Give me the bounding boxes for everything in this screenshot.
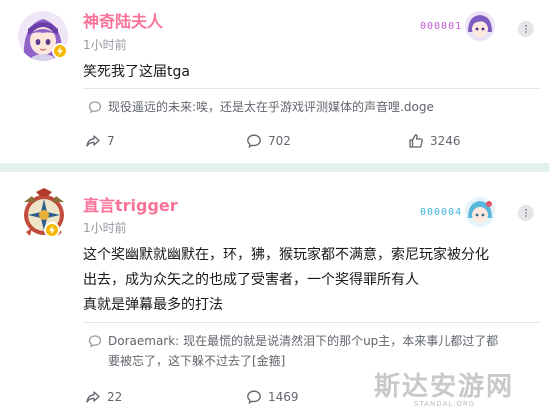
timestamp: 1小时前	[83, 221, 127, 235]
more-options-icon[interactable]	[518, 21, 534, 37]
fan-badge[interactable]: 000001	[420, 10, 496, 42]
reply-text: 现在最慌的就是说清然泪下的那个up主，本来事儿都过了都	[183, 334, 499, 348]
share-count: 7	[107, 134, 115, 148]
comment-text: 这个奖幽默就幽默在，环，狒，猴玩家都不满意，索尼玩家被分化 出去，成为众矢之的也…	[83, 243, 489, 318]
comment-text-line: 这个奖幽默就幽默在，环，狒，猴玩家都不满意，索尼玩家被分化	[83, 247, 489, 263]
like-button[interactable]: 3246	[408, 133, 461, 149]
share-arrow-icon	[86, 391, 100, 403]
share-count: 22	[107, 390, 123, 404]
timestamp: 1小时前	[83, 38, 127, 52]
like-count: 3246	[430, 134, 461, 148]
comment-bubble-icon	[247, 134, 261, 148]
share-button[interactable]: 7	[85, 133, 115, 149]
fan-badge-mascot-icon	[465, 197, 496, 227]
reply-bubble-icon	[88, 335, 102, 348]
reply-author[interactable]: Doraemark:	[108, 334, 179, 348]
comment-count: 702	[268, 134, 291, 148]
thumbs-up-icon	[409, 134, 423, 148]
comment-text-line: 出去，成为众矢之的也成了受害者，一个奖得罪所有人	[83, 272, 419, 288]
reply-author[interactable]: 现役遥远的未来:	[108, 100, 196, 114]
fan-badge-number: 000001	[420, 20, 463, 32]
username[interactable]: 神奇陆夫人	[83, 8, 163, 32]
watermark-subtitle: STANDAL.ORG	[414, 400, 476, 408]
share-arrow-icon	[86, 135, 100, 147]
fan-badge-mascot-icon	[465, 11, 496, 41]
fan-badge[interactable]: 000004	[420, 196, 496, 228]
comment-count: 1469	[268, 390, 299, 404]
verified-badge-icon	[52, 43, 68, 59]
comment-card: 神奇陆夫人 1小时前 000001 笑死我了这届tga 现役遥远的未来:唉，还是…	[0, 0, 549, 163]
comment-text: 笑死我了这届tga	[83, 60, 190, 85]
watermark-title: 斯达安游网	[374, 372, 515, 402]
reply-text: 唉，还是太在乎游戏评测媒体的声音哩.doge	[196, 100, 434, 114]
site-watermark: 斯达安游网 STANDAL.ORG	[370, 366, 545, 414]
comment-bubble-icon	[247, 390, 261, 404]
reply-bubble-icon	[88, 101, 102, 114]
username[interactable]: 直言trigger	[83, 192, 178, 216]
reply-preview[interactable]: 现役遥远的未来:唉，还是太在乎游戏评测媒体的声音哩.doge	[83, 88, 540, 122]
fan-badge-number: 000004	[420, 206, 463, 218]
comment-button[interactable]: 1469	[246, 389, 299, 405]
comment-text-line: 笑死我了这届tga	[83, 64, 190, 80]
comment-text-line: 真就是弹幕最多的打法	[83, 297, 223, 313]
comment-button[interactable]: 702	[246, 133, 291, 149]
section-divider	[0, 163, 549, 172]
more-options-icon[interactable]	[518, 205, 534, 221]
verified-badge-icon	[44, 222, 60, 238]
share-button[interactable]: 22	[85, 389, 122, 405]
